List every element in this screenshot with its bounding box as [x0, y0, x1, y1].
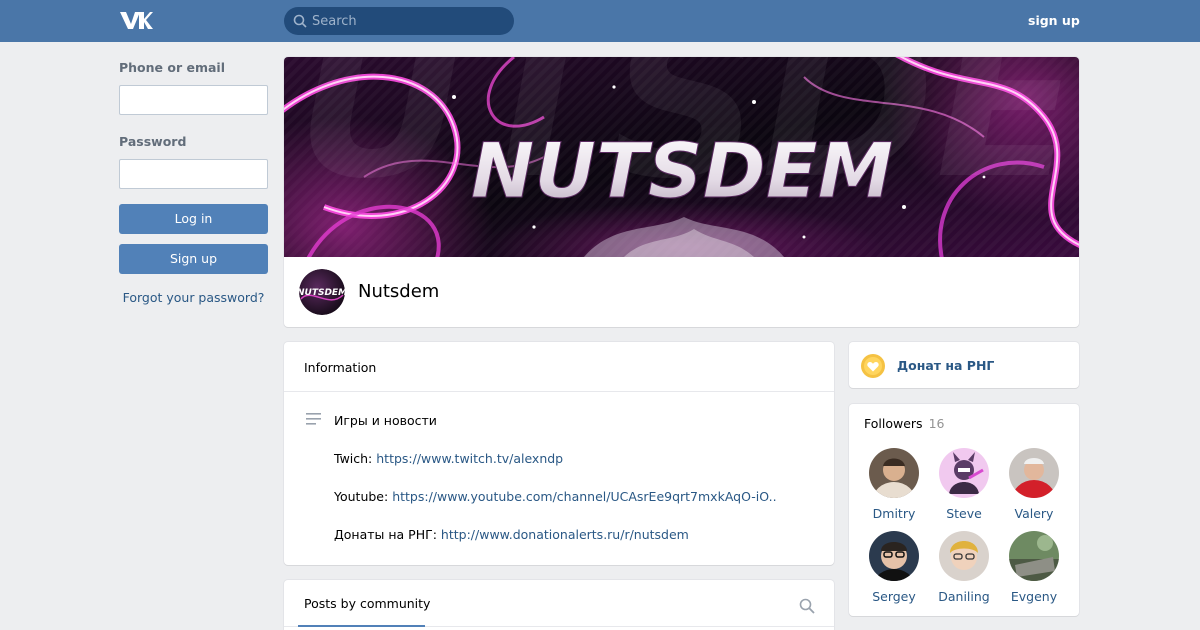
follower-item[interactable]: Steve [929, 448, 999, 521]
followers-title: Followers [864, 416, 923, 431]
avatar [1009, 531, 1059, 581]
donations-label: Донаты на РНГ: [334, 527, 441, 542]
password-label: Password [119, 134, 187, 149]
youtube-link[interactable]: https://www.youtube.com/channel/UCAsrEe9… [392, 489, 776, 504]
followers-block: Followers 16 Dmitry Steve Valery Sergey … [849, 404, 1079, 616]
followers-count: 16 [928, 416, 945, 431]
cover-title-text: NUTSDEM [471, 126, 894, 215]
active-tab-indicator [298, 625, 425, 627]
donate-widget[interactable]: Донат на РНГ [849, 342, 1079, 388]
follower-item[interactable]: Daniling [929, 531, 999, 604]
followers-header[interactable]: Followers 16 [864, 416, 944, 431]
follower-name: Valery [1014, 506, 1054, 521]
login-form: Phone or email Password Log in Sign up F… [119, 60, 268, 305]
top-navigation-bar: sign up [0, 0, 1200, 42]
cover-image: NUTSDEM NUTSDEM [284, 57, 1079, 257]
forgot-password-link[interactable]: Forgot your password? [119, 290, 268, 305]
twitch-link[interactable]: https://www.twitch.tv/alexndp [376, 451, 563, 466]
phone-email-field[interactable] [119, 85, 268, 115]
search-input[interactable] [312, 7, 508, 35]
donate-label: Донат на РНГ [897, 358, 995, 373]
description-icon [306, 413, 321, 425]
follower-name: Sergey [872, 589, 916, 604]
avatar [1009, 448, 1059, 498]
avatar-text: NUTSDEM [299, 288, 345, 298]
twitch-line: Twich: https://www.twitch.tv/alexndp [334, 451, 563, 466]
youtube-line: Youtube: https://www.youtube.com/channel… [334, 489, 777, 504]
follower-name: Daniling [938, 589, 990, 604]
youtube-label: Youtube: [334, 489, 393, 504]
follower-name: Steve [946, 506, 982, 521]
tab-posts-by-community[interactable]: Posts by community [304, 596, 430, 611]
follower-item[interactable]: Sergey [859, 531, 929, 604]
follower-item[interactable]: Evgeny [999, 531, 1069, 604]
information-title: Information [304, 360, 377, 375]
password-field[interactable] [119, 159, 268, 189]
divider [284, 391, 834, 392]
avatar [939, 531, 989, 581]
community-header: NUTSDEM NUTSDEM NUTSDEM Nutsdem [284, 57, 1079, 327]
posts-block: Posts by community [284, 580, 834, 630]
avatar [939, 448, 989, 498]
sign-up-button[interactable]: Sign up [119, 244, 268, 274]
community-name: Nutsdem [358, 281, 440, 302]
community-description: Игры и новости [334, 413, 437, 428]
avatar [869, 448, 919, 498]
follower-item[interactable]: Dmitry [859, 448, 929, 521]
search-icon[interactable] [799, 598, 815, 614]
information-block: Information Игры и новости Twich: https:… [284, 342, 834, 565]
donations-line: Донаты на РНГ: http://www.donationalerts… [334, 527, 689, 542]
heart-coin-icon [861, 354, 885, 378]
avatar [869, 531, 919, 581]
phone-email-label: Phone or email [119, 60, 225, 75]
follower-name: Dmitry [872, 506, 916, 521]
log-in-button[interactable]: Log in [119, 204, 268, 234]
search-box[interactable] [284, 7, 514, 35]
follower-name: Evgeny [1010, 589, 1058, 604]
search-icon [293, 14, 307, 28]
follower-item[interactable]: Valery [999, 448, 1069, 521]
donations-link[interactable]: http://www.donationalerts.ru/r/nutsdem [441, 527, 689, 542]
header-sign-up-link[interactable]: sign up [1028, 13, 1080, 28]
community-avatar[interactable]: NUTSDEM [299, 269, 345, 315]
vk-logo-icon[interactable] [119, 9, 153, 31]
twitch-label: Twich: [334, 451, 377, 466]
